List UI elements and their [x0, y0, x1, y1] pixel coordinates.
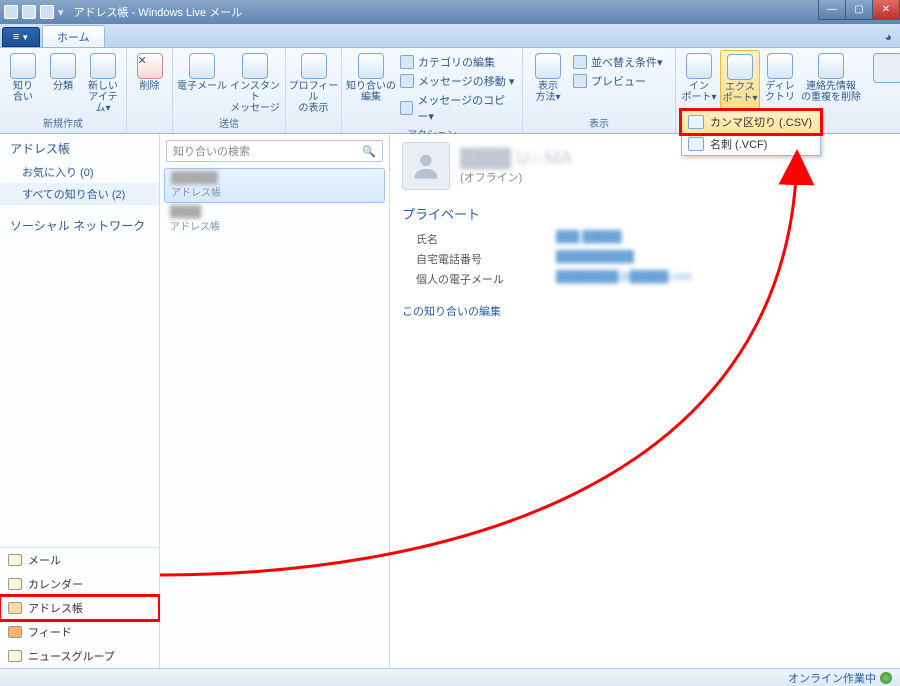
qa-icon-1[interactable] — [22, 5, 36, 19]
nav-title: アドレス帳 — [0, 134, 159, 161]
globe-icon — [880, 672, 892, 684]
close-button[interactable]: ✕ — [872, 0, 900, 20]
contact-name: ████ U☆MA — [460, 148, 572, 169]
window-title: アドレス帳 - Windows Live メール — [74, 4, 243, 20]
new-category-button[interactable]: 分類 — [44, 50, 82, 114]
body: アドレス帳 お気に入り (0) すべての知り合い (2) ソーシャル ネットワー… — [0, 134, 900, 668]
ribbon-group-send: 電子メール インスタント メッセージ 送信 — [173, 48, 286, 133]
help-icon[interactable]: ◕ — [885, 30, 892, 44]
ribbon-group-view: 表示 方法▾ 並べ替え条件▾ プレビュー 表示 — [523, 48, 676, 133]
user-avatar-button[interactable] — [869, 50, 900, 118]
preview-item[interactable]: プレビュー — [571, 72, 671, 90]
ribbon-group-new: 知り 合い 分類 新しい アイテム▾ 新規作成 — [0, 48, 127, 133]
new-item-button[interactable]: 新しい アイテム▾ — [84, 50, 122, 114]
ribbon-group-actions: 知り合いの 編集 カテゴリの編集 メッセージの移動 ▾ メッセージのコピー▾ ア… — [342, 48, 523, 133]
window-controls: — ▢ ✕ — [819, 0, 900, 20]
app-icon — [4, 5, 18, 19]
field-homephone: 自宅電話番号 ██████████ — [402, 249, 888, 269]
quick-access: ▾ アドレス帳 - Windows Live メール — [4, 4, 242, 20]
search-input[interactable]: 知り合いの検索 🔍 — [166, 140, 383, 162]
profile-button[interactable]: プロフィール の表示 — [288, 50, 340, 118]
field-fullname: 氏名 ███ █████ — [402, 229, 888, 249]
section-private-title: プライベート — [402, 204, 888, 223]
ribbon-group-profile: プロフィール の表示 — [286, 48, 342, 133]
status-bar: オンライン作業中 — [0, 668, 900, 686]
nav-bottom: メール カレンダー アドレス帳 フィード ニュースグループ — [0, 547, 159, 668]
qa-icon-2[interactable] — [40, 5, 54, 19]
field-email: 個人の電子メール ████████@█████.com — [402, 269, 888, 289]
export-dropdown: カンマ区切り (.CSV) 名刺 (.VCF) — [681, 110, 821, 156]
ribbon-user — [866, 48, 900, 133]
edit-contact-link[interactable]: この知り合いの編集 — [402, 303, 501, 319]
nav-all-contacts[interactable]: すべての知り合い (2) — [0, 183, 159, 205]
contact-status: (オフライン) — [460, 169, 572, 185]
status-text: オンライン作業中 — [788, 670, 876, 686]
minimize-button[interactable]: — — [818, 0, 846, 20]
nav-calendar[interactable]: カレンダー — [0, 572, 159, 596]
export-csv-item[interactable]: カンマ区切り (.CSV) — [682, 111, 820, 133]
group-label-send: 送信 — [219, 114, 239, 131]
titlebar: ▾ アドレス帳 - Windows Live メール — ▢ ✕ — [0, 0, 900, 24]
ribbon-group-delete: ✕削除 — [127, 48, 173, 133]
sort-item[interactable]: 並べ替え条件▾ — [571, 53, 671, 71]
copy-message-item[interactable]: メッセージのコピー▾ — [398, 91, 518, 125]
contact-list-pane: 知り合いの検索 🔍 ██████ アドレス帳 ████ アドレス帳 — [160, 134, 390, 668]
dedupe-button[interactable]: 連絡先情報 の重複を削除 — [800, 50, 862, 118]
nav-social-title: ソーシャル ネットワーク — [0, 211, 159, 238]
contact-detail-pane: ████ U☆MA (オフライン) プライベート 氏名 ███ █████ 自宅… — [390, 134, 900, 668]
nav-mail[interactable]: メール — [0, 548, 159, 572]
nav-favorites[interactable]: お気に入り (0) — [0, 161, 159, 183]
edit-category-item[interactable]: カテゴリの編集 — [398, 53, 518, 71]
nav-news[interactable]: ニュースグループ — [0, 644, 159, 668]
instant-message-button[interactable]: インスタント メッセージ — [229, 50, 281, 114]
email-button[interactable]: 電子メール — [177, 50, 227, 114]
export-vcf-item[interactable]: 名刺 (.VCF) — [682, 133, 820, 155]
search-icon: 🔍 — [362, 145, 376, 158]
contact-avatar — [402, 142, 450, 190]
group-label-new: 新規作成 — [43, 114, 83, 131]
search-placeholder: 知り合いの検索 — [173, 143, 250, 159]
edit-contact-button[interactable]: 知り合いの 編集 — [346, 50, 396, 125]
file-menu-button[interactable]: ≡▼ — [2, 27, 40, 47]
contact-list-item[interactable]: ██████ アドレス帳 — [164, 168, 385, 203]
import-button[interactable]: イン ポート▾ — [680, 50, 718, 118]
view-method-button[interactable]: 表示 方法▾ — [527, 50, 569, 114]
nav-feeds[interactable]: フィード — [0, 620, 159, 644]
delete-button[interactable]: ✕削除 — [131, 50, 169, 118]
maximize-button[interactable]: ▢ — [845, 0, 873, 20]
directory-button[interactable]: ディレ クトリ — [762, 50, 798, 118]
nav-contacts[interactable]: アドレス帳 — [0, 596, 159, 620]
export-button[interactable]: エクス ポート▾ — [720, 50, 760, 118]
group-label-view: 表示 — [589, 114, 609, 131]
left-nav: アドレス帳 お気に入り (0) すべての知り合い (2) ソーシャル ネットワー… — [0, 134, 160, 668]
new-contact-button[interactable]: 知り 合い — [4, 50, 42, 114]
contact-list-item[interactable]: ████ アドレス帳 — [164, 203, 385, 236]
tab-home[interactable]: ホーム — [42, 25, 105, 47]
tab-row: ≡▼ ホーム — [0, 24, 900, 48]
move-message-item[interactable]: メッセージの移動 ▾ — [398, 72, 518, 90]
